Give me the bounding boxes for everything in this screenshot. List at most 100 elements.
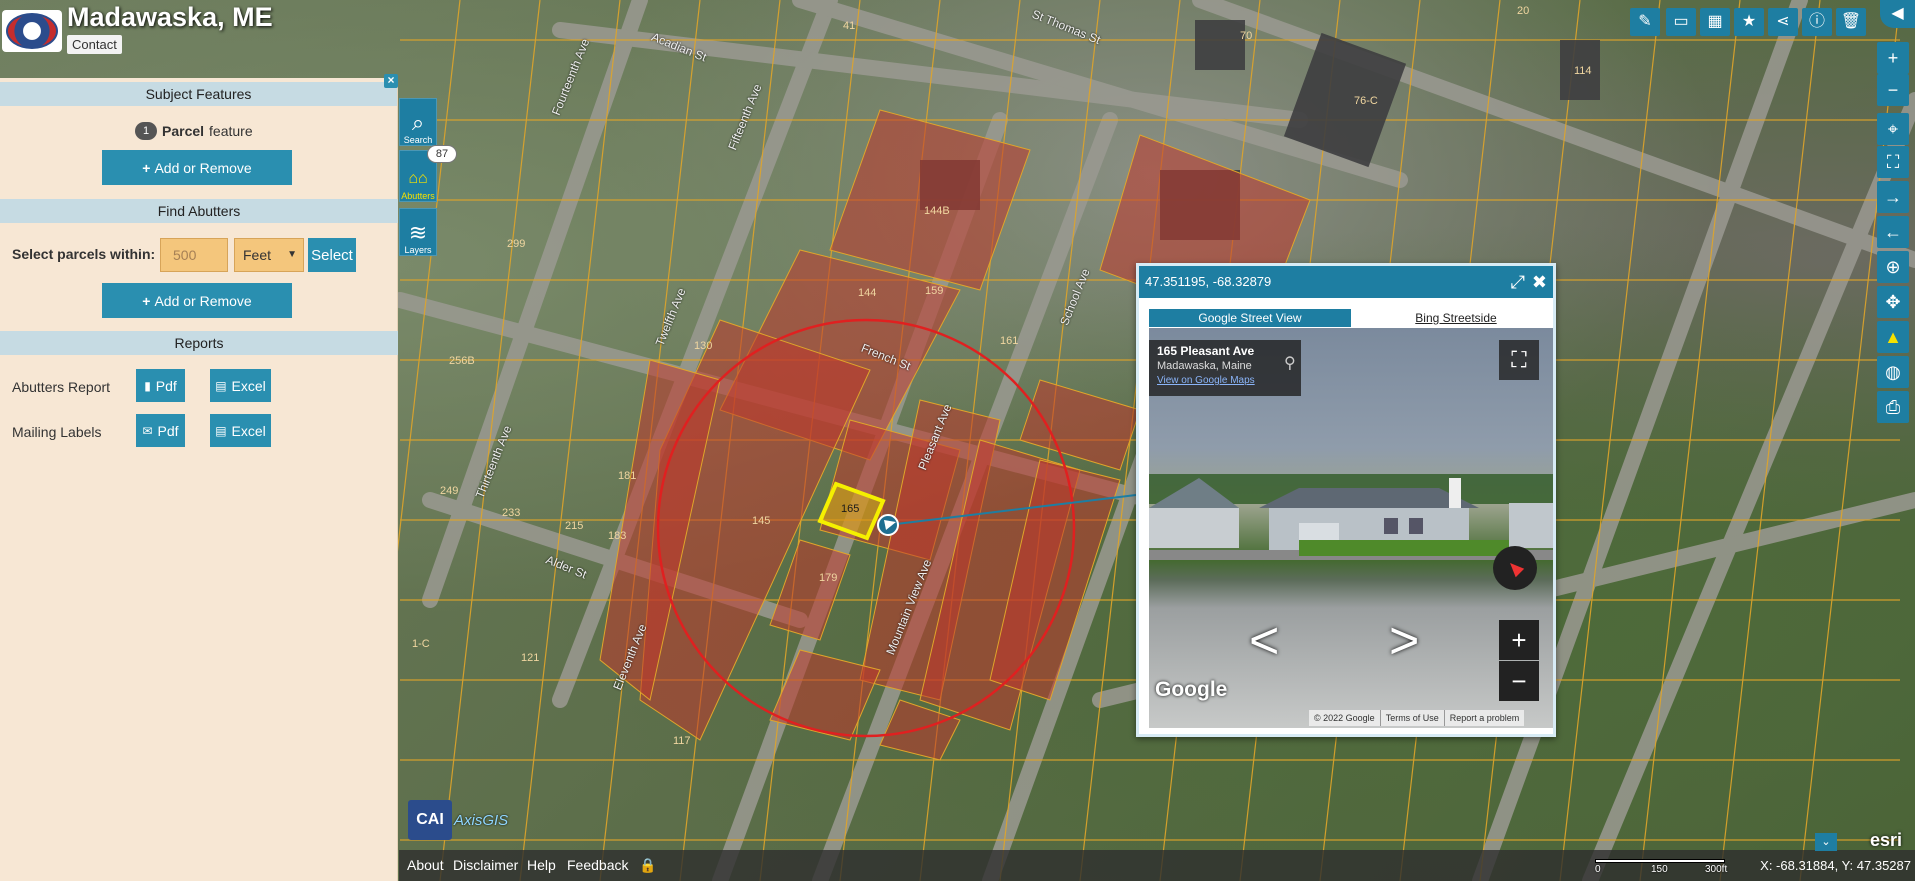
feature-type: Parcel — [162, 123, 205, 139]
unit-select-value: Feet — [243, 247, 272, 263]
tab-bing-streetside[interactable]: Bing Streetside — [1361, 309, 1551, 327]
street-view-city: Madawaska, Maine — [1157, 360, 1252, 372]
zoom-out-icon[interactable]: − — [1877, 74, 1909, 106]
street-view-zoom-in-button[interactable]: + — [1499, 620, 1539, 660]
abutters-panel: Subject Features 1 Parcel feature + Add … — [0, 78, 398, 881]
expand-icon[interactable]: ⤢ — [1511, 266, 1525, 298]
parcel-label: 215 — [565, 520, 584, 532]
globe-icon[interactable]: ◍ — [1877, 356, 1909, 388]
parcel-label: 144 — [858, 287, 877, 299]
scale-label-start: 0 — [1595, 864, 1601, 875]
full-extent-icon[interactable]: ⛶ — [1877, 146, 1909, 178]
abutters-excel-button[interactable]: ▤ Excel — [210, 369, 271, 402]
share-icon[interactable]: ⋖ — [1768, 8, 1798, 36]
scale-bar-line — [1595, 859, 1725, 863]
tab-google-street-view[interactable]: Google Street View — [1149, 309, 1351, 327]
contact-button[interactable]: Contact — [67, 35, 122, 54]
street-view-icon[interactable]: ▲ — [1877, 321, 1909, 353]
view-on-google-maps-link[interactable]: View on Google Maps — [1157, 375, 1293, 386]
add-remove-subject-button[interactable]: + Add or Remove — [102, 150, 292, 185]
street-view-info-card: 165 Pleasant Ave Madawaska, Maine View o… — [1149, 340, 1301, 396]
plus-icon: + — [142, 159, 151, 176]
trash-icon[interactable]: 🗑 — [1836, 8, 1866, 36]
close-icon[interactable]: ✖ — [1532, 266, 1547, 298]
parcel-label: 117 — [673, 735, 691, 747]
parcel-label: 183 — [608, 530, 627, 542]
plus-icon: + — [142, 292, 151, 309]
parcel-label: 179 — [819, 572, 838, 584]
zoom-in-icon[interactable]: + — [1877, 42, 1909, 74]
abutters-tool-label: Abutters — [401, 191, 435, 201]
street-view-arrow-left-icon[interactable]: < — [1249, 615, 1279, 667]
add-remove-abutters-button[interactable]: + Add or Remove — [102, 283, 292, 318]
select-parcels-button[interactable]: Select — [308, 238, 356, 272]
locate-icon[interactable]: ⌖ — [1877, 113, 1909, 145]
parcel-label: 159 — [925, 285, 944, 297]
next-extent-icon[interactable]: → — [1877, 181, 1909, 213]
layers-tool-label: Layers — [404, 245, 432, 255]
about-link[interactable]: About — [407, 857, 444, 873]
street-view-fullscreen-button[interactable]: ⛶ — [1499, 340, 1539, 380]
star-icon[interactable]: ★ — [1734, 8, 1764, 36]
street-view-popup: 47.351195, -68.32879 ⤢ ✖ Google Street V… — [1136, 263, 1556, 737]
street-view-image[interactable]: 165 Pleasant Ave Madawaska, Maine View o… — [1149, 328, 1553, 728]
distance-input[interactable]: 500 — [160, 238, 228, 272]
feature-suffix: feature — [209, 123, 253, 139]
street-view-zoom-out-button[interactable]: − — [1499, 661, 1539, 701]
street-view-copyright: © 2022 Google — [1314, 713, 1375, 723]
panel-close-button[interactable]: × — [384, 74, 398, 88]
parcel-label: 70 — [1240, 30, 1253, 42]
mailing-excel-button[interactable]: ▤ Excel — [210, 414, 271, 447]
previous-extent-icon[interactable]: ← — [1877, 216, 1909, 248]
abutters-pdf-button[interactable]: ▮ Pdf — [136, 369, 185, 402]
print-icon[interactable]: ⎙ — [1877, 391, 1909, 423]
parcel-label: 41 — [843, 20, 856, 32]
info-icon[interactable]: ⓘ — [1802, 8, 1832, 36]
parcel-label: 76-C — [1354, 95, 1378, 107]
feedback-link[interactable]: Feedback — [567, 857, 628, 873]
street-view-footer: © 2022 Google Terms of Use Report a prob… — [1309, 710, 1525, 726]
pencil-icon[interactable]: ✎ — [1630, 8, 1660, 36]
help-link[interactable]: Help — [527, 857, 556, 873]
find-abutters-heading: Find Abutters — [0, 199, 398, 223]
street-view-report-link[interactable]: Report a problem — [1443, 710, 1525, 726]
parcel-label: 144B — [924, 205, 950, 217]
within-label: Select parcels within: — [12, 246, 156, 262]
cai-logo-box: CAI — [408, 800, 452, 840]
ruler-icon[interactable]: ▭ — [1666, 8, 1696, 36]
abutters-pdf-label: Pdf — [155, 377, 177, 394]
street-view-compass[interactable] — [1493, 546, 1537, 590]
cai-axisgis-logo: CAI AxisGIS — [408, 800, 508, 840]
street-view-arrow-right-icon[interactable]: > — [1389, 615, 1419, 667]
mailing-pdf-label: Pdf — [157, 422, 179, 439]
search-tool-label: Search — [403, 135, 433, 145]
back-arrow-icon[interactable]: ◀ — [1880, 0, 1915, 28]
parcel-label: 299 — [507, 238, 526, 250]
search-tool-button[interactable]: ⌕ Search — [399, 98, 437, 146]
unit-select[interactable]: Feet ▼ — [234, 238, 304, 272]
axisgis-logo-text: AxisGIS — [454, 811, 509, 829]
parcel-label: 130 — [694, 340, 713, 352]
caret-down-icon: ▼ — [287, 249, 297, 260]
street-view-terms-link[interactable]: Terms of Use — [1379, 710, 1444, 726]
disclaimer-link[interactable]: Disclaimer — [453, 857, 518, 873]
zoom-box-icon[interactable]: ⊕ — [1877, 251, 1909, 283]
parcel-label: 20 — [1517, 5, 1530, 17]
layers-tool-button[interactable]: ≋ Layers — [399, 208, 437, 256]
town-seal-logo — [2, 10, 62, 52]
parcel-label: 165 — [841, 503, 860, 515]
feature-count-badge: 1 — [135, 122, 157, 140]
mailing-excel-label: Excel — [231, 422, 266, 439]
abutters-count-badge: 87 — [427, 145, 457, 163]
chevron-down-icon[interactable]: ⌄ — [1815, 833, 1837, 851]
grid-icon[interactable]: ▦ — [1700, 8, 1730, 36]
feature-count: 1 Parcel feature — [135, 122, 253, 140]
parcel-label: 121 — [521, 652, 540, 664]
spreadsheet-icon: ▤ — [215, 423, 227, 438]
compass-needle-icon — [1505, 558, 1525, 578]
mailing-labels-label: Mailing Labels — [12, 424, 102, 440]
reports-heading: Reports — [0, 331, 398, 355]
google-watermark: Google — [1155, 678, 1228, 701]
pan-icon[interactable]: ✥ — [1877, 286, 1909, 318]
mailing-pdf-button[interactable]: ✉ Pdf — [136, 414, 185, 447]
